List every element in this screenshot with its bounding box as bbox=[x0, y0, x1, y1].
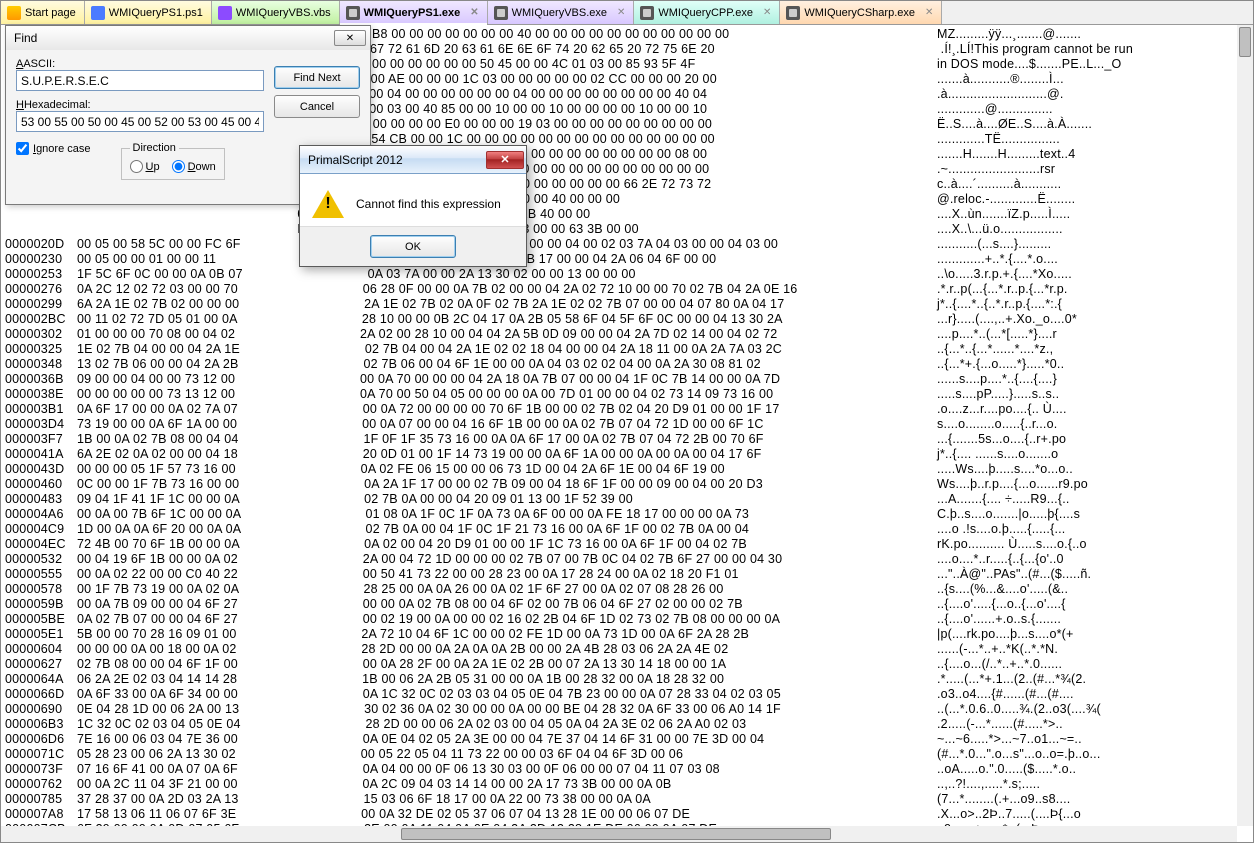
message-box: PrimalScript 2012 ✕ Cannot find this exp… bbox=[299, 145, 527, 267]
direction-group: Direction Up Down bbox=[121, 142, 225, 180]
hex-label: HHexadecimal: bbox=[16, 99, 264, 111]
hex-row: 0000053200 04 19 6F 1B 00 00 0A 02 2A 00… bbox=[5, 552, 1233, 567]
tab-label: WMIQueryVBS.vbs bbox=[236, 7, 331, 19]
file-icon bbox=[7, 6, 21, 20]
find-title-text: Find bbox=[14, 31, 37, 45]
file-icon bbox=[640, 6, 654, 20]
direction-down[interactable]: Down bbox=[172, 160, 216, 173]
hex-row: 000006900E 04 28 1D 00 06 2A 00 13 30 02… bbox=[5, 702, 1233, 717]
warning-icon bbox=[312, 190, 344, 218]
hex-row: 0000078537 28 37 00 0A 2D 03 2A 13 15 03… bbox=[5, 792, 1233, 807]
tab-wmiquerycpp-exe[interactable]: WMIQueryCPP.exe ✕ bbox=[634, 1, 780, 24]
file-icon bbox=[218, 6, 232, 20]
tab-strip: Start page WMIQueryPS1.ps1 WMIQueryVBS.vbs… bbox=[1, 1, 1253, 25]
hex-row: 0E 00 10 CC 00 00 00 02 00 05 00 C4 2B 4… bbox=[5, 207, 1233, 222]
msgbox-text: Cannot find this expression bbox=[356, 197, 501, 211]
tab-wmiqueryvbs-exe[interactable]: WMIQueryVBS.exe ✕ bbox=[488, 1, 635, 24]
cancel-button[interactable]: Cancel bbox=[274, 95, 360, 118]
tab-wmiqueryps1-exe[interactable]: WMIQueryPS1.exe ✕ bbox=[340, 1, 488, 24]
ok-button[interactable]: OK bbox=[370, 235, 456, 258]
tab-close-icon[interactable]: ✕ bbox=[617, 7, 625, 18]
hex-row: 0000057800 1F 7B 73 19 00 0A 02 0A 28 25… bbox=[5, 582, 1233, 597]
find-next-button[interactable]: Find Next bbox=[274, 66, 360, 89]
tab-label: WMIQueryCSharp.exe bbox=[804, 7, 915, 19]
hex-row: 000002996A 2A 1E 02 7B 02 00 00 00 2A 1E… bbox=[5, 297, 1233, 312]
tab-close-icon[interactable]: ✕ bbox=[925, 7, 933, 18]
hex-row: 0000076200 0A 2C 11 04 3F 21 00 00 0A 2C… bbox=[5, 777, 1233, 792]
direction-label: Direction bbox=[130, 142, 179, 154]
file-icon bbox=[346, 6, 360, 20]
tab-wmiqueryvbs-vbs[interactable]: WMIQueryVBS.vbs bbox=[212, 1, 340, 24]
hex-row: 000003B10A 6F 17 00 00 0A 02 7A 07 00 0A… bbox=[5, 402, 1233, 417]
ignore-case-input[interactable] bbox=[16, 142, 29, 155]
tab-label: WMIQueryVBS.exe bbox=[512, 7, 607, 19]
hex-row: 0000023000 05 00 00 01 00 00 11 0A 06 0B… bbox=[5, 252, 1233, 267]
hex-row: 000004C91D 00 0A 0A 6F 20 00 0A 0A 02 7B… bbox=[5, 522, 1233, 537]
hex-row: 0000064A06 2A 2E 02 03 04 14 14 28 1B 00… bbox=[5, 672, 1233, 687]
hex-row: 0000066D0A 6F 33 00 0A 6F 34 00 00 0A 1C… bbox=[5, 687, 1233, 702]
tab-label: WMIQueryPS1.ps1 bbox=[109, 7, 203, 19]
msgbox-titlebar[interactable]: PrimalScript 2012 ✕ bbox=[300, 146, 526, 174]
hex-row: 000003F71B 00 0A 02 7B 08 00 04 04 1F 0F… bbox=[5, 432, 1233, 447]
ascii-label: AASCII: bbox=[16, 58, 264, 70]
hex-row: 000006D67E 16 00 06 03 04 7E 36 00 0A 0E… bbox=[5, 732, 1233, 747]
hex-row: 000002531F 5C 6F 0C 00 00 0A 0B 07 0A 03… bbox=[5, 267, 1233, 282]
hex-row: 0000060400 00 00 0A 00 18 00 0A 02 28 2D… bbox=[5, 642, 1233, 657]
hex-row: 000006B31C 32 0C 02 03 04 05 0E 04 28 2D… bbox=[5, 717, 1233, 732]
hex-row: 0000059B00 0A 7B 09 00 00 04 6F 27 00 00… bbox=[5, 597, 1233, 612]
scrollbar-vertical[interactable] bbox=[1237, 25, 1253, 826]
tab-close-icon[interactable]: ✕ bbox=[470, 7, 478, 18]
file-icon bbox=[91, 6, 105, 20]
hex-row: 0000073F07 16 6F 41 00 0A 07 0A 6F 0A 04… bbox=[5, 762, 1233, 777]
tab-wmiqueryps1-ps1[interactable]: WMIQueryPS1.ps1 bbox=[85, 1, 212, 24]
hex-row: 0000043D00 00 00 05 1F 57 73 16 00 0A 02… bbox=[5, 462, 1233, 477]
file-icon bbox=[786, 6, 800, 20]
hex-row: 0000030201 00 00 00 70 08 00 04 02 2A 02… bbox=[5, 327, 1233, 342]
tab-start-page[interactable]: Start page bbox=[1, 1, 85, 24]
hex-row: 000007A817 58 13 06 11 06 07 6F 3E 00 0A… bbox=[5, 807, 1233, 822]
hex-row: 000002760A 2C 12 02 72 03 00 00 70 06 28… bbox=[5, 282, 1233, 297]
hex-row: 0000055500 0A 02 22 00 00 C0 40 22 00 50… bbox=[5, 567, 1233, 582]
hex-row: 000004600C 00 00 1F 7B 73 16 00 00 0A 2A… bbox=[5, 477, 1233, 492]
tab-label: WMIQueryCPP.exe bbox=[658, 7, 753, 19]
tab-label: WMIQueryPS1.exe bbox=[364, 7, 461, 19]
scrollbar-horizontal[interactable] bbox=[1, 826, 1237, 842]
hex-row: 0000041A6A 2E 02 0A 02 00 00 04 18 20 0D… bbox=[5, 447, 1233, 462]
hex-row: 000004A600 0A 00 7B 6F 1C 00 00 0A 01 08… bbox=[5, 507, 1233, 522]
tab-wmiquerycsharp-exe[interactable]: WMIQueryCSharp.exe ✕ bbox=[780, 1, 942, 24]
hex-row: 000005E15B 00 00 70 28 16 09 01 00 2A 72… bbox=[5, 627, 1233, 642]
hex-row: 000003251E 02 7B 04 00 00 04 2A 1E 02 7B… bbox=[5, 342, 1233, 357]
hex-row: 0000020D00 05 00 58 5C 00 00 FC 6F 00 00… bbox=[5, 237, 1233, 252]
hex-row: 0000062702 7B 08 00 00 04 6F 1F 00 00 0A… bbox=[5, 657, 1233, 672]
hex-row: 0000048309 04 1F 41 1F 1C 00 00 0A 02 7B… bbox=[5, 492, 1233, 507]
hex-row: 0000071C05 28 23 00 06 2A 13 30 02 00 05… bbox=[5, 747, 1233, 762]
hex-row: 0000038E00 00 00 00 00 73 13 12 00 0A 70… bbox=[5, 387, 1233, 402]
tab-close-icon[interactable]: ✕ bbox=[763, 7, 771, 18]
direction-up[interactable]: Up bbox=[130, 160, 160, 173]
hex-row: 000002BC00 11 02 72 7D 05 01 00 0A 28 10… bbox=[5, 312, 1233, 327]
file-icon bbox=[494, 6, 508, 20]
ignore-case-checkbox[interactable]: Ignore case bbox=[16, 142, 91, 155]
close-icon[interactable]: ✕ bbox=[334, 30, 366, 46]
ascii-input[interactable] bbox=[16, 70, 264, 91]
hex-input[interactable] bbox=[16, 111, 264, 132]
hex-row: 000004EC72 4B 00 70 6F 1B 00 00 0A 0A 02… bbox=[5, 537, 1233, 552]
hex-row: 0000034813 02 7B 06 00 00 04 2A 2B 02 7B… bbox=[5, 357, 1233, 372]
hex-row: 000003D473 19 00 00 0A 6F 1A 00 00 00 0A… bbox=[5, 417, 1233, 432]
find-titlebar[interactable]: Find ✕ bbox=[6, 26, 370, 50]
msgbox-close-icon[interactable]: ✕ bbox=[486, 151, 524, 169]
hex-row: 0000036B09 00 00 04 00 00 73 12 00 00 0A… bbox=[5, 372, 1233, 387]
hex-row: E8 5A 00 00 70 03 00 00 00 00 00 67 73 0… bbox=[5, 222, 1233, 237]
msgbox-title: PrimalScript 2012 bbox=[308, 153, 403, 167]
tab-label: Start page bbox=[25, 7, 76, 19]
hex-row: 000005BE0A 02 7B 07 00 00 04 6F 27 00 02… bbox=[5, 612, 1233, 627]
